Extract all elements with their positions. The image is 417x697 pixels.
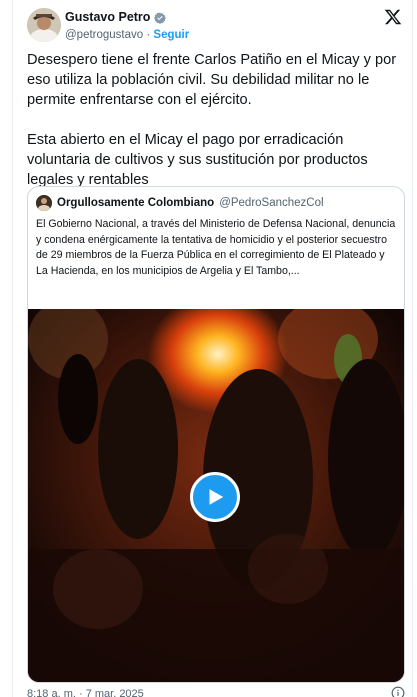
- play-icon: [209, 489, 224, 505]
- quoted-avatar: [36, 195, 52, 211]
- author-info: Gustavo Petro @petrogustavo · Seguir: [65, 10, 189, 43]
- quoted-text: El Gobierno Nacional, a través del Minis…: [36, 218, 396, 277]
- verified-badge-icon: [154, 12, 167, 24]
- tweet-timestamp[interactable]: 8:18 a. m. · 7 mar. 2025: [27, 688, 144, 697]
- tweet-paragraph-2: Esta abierto en el Micay el pago por err…: [27, 132, 368, 188]
- quoted-tweet[interactable]: Orgullosamente Colombiano @PedroSanchezC…: [27, 186, 405, 683]
- author-handle[interactable]: @petrogustavo: [65, 29, 143, 41]
- play-button[interactable]: [190, 472, 240, 522]
- video-player[interactable]: [28, 309, 404, 682]
- quoted-author-handle: @PedroSanchezCol: [219, 197, 324, 209]
- author-name[interactable]: Gustavo Petro: [65, 10, 150, 25]
- tweet-card: Gustavo Petro @petrogustavo · Seguir Des…: [12, 0, 413, 697]
- info-icon[interactable]: [391, 686, 405, 697]
- follow-button[interactable]: Seguir: [153, 29, 189, 41]
- separator-dot: ·: [146, 29, 151, 41]
- author-avatar[interactable]: [27, 8, 61, 42]
- tweet-header: Gustavo Petro @petrogustavo · Seguir: [27, 8, 402, 42]
- quoted-author-name: Orgullosamente Colombiano: [57, 197, 215, 209]
- x-logo-icon[interactable]: [384, 8, 402, 26]
- tweet-paragraph-1: Desespero tiene el frente Carlos Patiño …: [27, 52, 397, 108]
- tweet-footer: 8:18 a. m. · 7 mar. 2025: [27, 686, 405, 697]
- quoted-header: Orgullosamente Colombiano @PedroSanchezC…: [36, 195, 324, 211]
